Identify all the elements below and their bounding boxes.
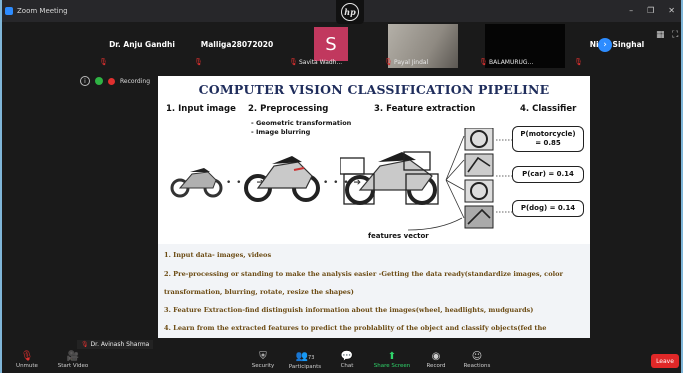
classifier-output-car: P(car) = 0.14 xyxy=(512,166,584,183)
probability-value: = 0.85 xyxy=(535,139,561,147)
probability-label: P(dog) = 0.14 xyxy=(520,204,576,212)
chat-icon: 💬 xyxy=(340,351,354,362)
fullscreen-icon[interactable]: ⛶ xyxy=(672,30,678,40)
slide-notes: 1. Input data- images, videos 2. Pre-pro… xyxy=(158,244,590,338)
share-screen-button[interactable]: ⬆ Share Screen xyxy=(367,351,417,369)
maximize-button[interactable]: ❐ xyxy=(647,6,654,15)
classifier-output-dog: P(dog) = 0.14 xyxy=(512,200,584,217)
start-video-button[interactable]: 🎥 Start Video xyxy=(48,351,98,369)
participant-tile[interactable]: S 🎙 Savita Wadh... xyxy=(285,24,379,68)
chat-label: Chat xyxy=(340,363,354,369)
participant-tile[interactable]: Malliga28072020 🎙 xyxy=(190,24,284,68)
mic-muted-icon: 🎙 xyxy=(20,351,34,362)
input-motorcycle-image xyxy=(170,168,223,198)
mic-muted-icon: 🎙 xyxy=(81,341,89,348)
security-label: Security xyxy=(251,363,275,369)
participant-label: BALAMURUG... xyxy=(489,59,534,66)
mic-muted-icon: 🎙 xyxy=(194,58,203,66)
app-title: Zoom Meeting xyxy=(5,7,68,15)
avatar: S xyxy=(314,27,348,61)
mic-muted-icon: 🎙 xyxy=(99,58,108,66)
slide-title: COMPUTER VISION CLASSIFICATION PIPELINE xyxy=(198,82,550,97)
window-controls: – ❐ ✕ xyxy=(629,6,675,15)
video-off-icon: 🎥 xyxy=(66,351,80,362)
hp-logo-icon: hp xyxy=(341,3,359,21)
next-page-button[interactable]: › xyxy=(598,38,612,52)
step-feature-extraction: 3. Feature extraction xyxy=(374,104,476,114)
feature-patches xyxy=(464,128,494,229)
feature-extraction-motorcycle-image xyxy=(340,151,439,205)
recording-label: Recording xyxy=(120,77,151,85)
note-line: 1. Input data- images, videos xyxy=(164,251,272,259)
participant-tile[interactable]: Niraj Singhal 🎙 xyxy=(570,24,664,68)
participants-count: 73 xyxy=(308,355,315,361)
gallery-view-icon[interactable]: ▦ xyxy=(656,30,665,40)
preprocessing-item: - Geometric transformation xyxy=(251,119,352,127)
active-speaker-label: 🎙 Dr. Avinash Sharma xyxy=(77,340,154,349)
close-button[interactable]: ✕ xyxy=(668,6,675,15)
zoom-logo-icon xyxy=(5,7,13,15)
step-classifier: 4. Classifier xyxy=(520,104,577,114)
active-speaker-name: Dr. Avinash Sharma xyxy=(90,341,150,348)
note-line: transformation, blurring, rotate, resize… xyxy=(164,288,354,296)
participant-label: Payal Jindal xyxy=(394,59,429,66)
note-line: 3. Feature Extraction-find distinguish i… xyxy=(164,306,534,314)
probability-label: P(motorcycle) xyxy=(520,130,576,138)
unmute-label: Unmute xyxy=(16,363,38,369)
reactions-icon: ☺ xyxy=(471,351,483,362)
unmute-button[interactable]: 🎙 Unmute xyxy=(2,351,52,369)
mic-muted-icon: 🎙 xyxy=(384,58,393,66)
participant-tile[interactable]: 🎙 BALAMURUG... xyxy=(475,24,569,68)
start-video-label: Start Video xyxy=(57,363,89,369)
mic-muted-icon: 🎙 xyxy=(289,58,298,66)
mic-muted-icon: 🎙 xyxy=(479,58,488,66)
participant-label: Savita Wadh... xyxy=(299,59,343,66)
step-input-image: 1. Input image xyxy=(166,104,236,114)
zoom-window: Zoom Meeting – ❐ ✕ hp Dr. Anju Gandhi 🎙 … xyxy=(0,0,683,373)
window-title: Zoom Meeting xyxy=(17,7,68,15)
participant-tile[interactable]: Dr. Anju Gandhi 🎙 xyxy=(95,24,189,68)
participants-label: Participants xyxy=(288,364,322,370)
participant-name: Dr. Anju Gandhi xyxy=(109,40,175,49)
recording-icon xyxy=(108,77,115,85)
participant-tile[interactable]: 🎙 Payal Jindal xyxy=(380,24,474,68)
info-icon[interactable]: i xyxy=(80,76,90,86)
participant-name: Malliga28072020 xyxy=(200,40,274,49)
mic-muted-icon: 🎙 xyxy=(574,58,583,66)
classifier-arrows xyxy=(496,139,512,213)
minimize-button[interactable]: – xyxy=(629,6,633,15)
note-line: 4. Learn from the extracted features to … xyxy=(164,324,547,332)
meeting-status: i Recording xyxy=(80,76,150,86)
probability-label: P(car) = 0.14 xyxy=(522,170,574,178)
share-screen-icon: ⬆ xyxy=(387,351,397,362)
hp-logo: hp xyxy=(336,0,364,24)
preprocessed-motorcycle-image xyxy=(244,156,320,202)
step-preprocessing: 2. Preprocessing xyxy=(248,104,329,114)
encryption-shield-icon[interactable] xyxy=(95,77,103,85)
features-vector-label: features vector xyxy=(368,232,429,240)
participant-name: Niraj Singhal xyxy=(589,40,645,49)
note-line: 2. Pre-processing or standing to make th… xyxy=(164,270,563,278)
reactions-label: Reactions xyxy=(463,363,491,369)
left-border xyxy=(0,0,2,373)
record-label: Record xyxy=(426,363,446,369)
chat-button[interactable]: 💬 Chat xyxy=(322,351,372,369)
classifier-output-motorcycle: P(motorcycle) = 0.85 xyxy=(512,126,584,152)
reactions-button[interactable]: ☺ Reactions xyxy=(452,351,502,369)
participant-strip: Dr. Anju Gandhi 🎙 Malliga28072020 🎙 S 🎙 … xyxy=(95,24,665,68)
share-screen-label: Share Screen xyxy=(373,363,411,369)
preprocessing-item: - Image blurring xyxy=(251,128,311,136)
meeting-toolbar: 🎙 Unmute 🎥 Start Video ⛨ Security 👥73 Pa… xyxy=(0,349,683,373)
shared-screen-slide: COMPUTER VISION CLASSIFICATION PIPELINE … xyxy=(158,76,590,338)
leave-button[interactable]: Leave xyxy=(651,354,679,368)
